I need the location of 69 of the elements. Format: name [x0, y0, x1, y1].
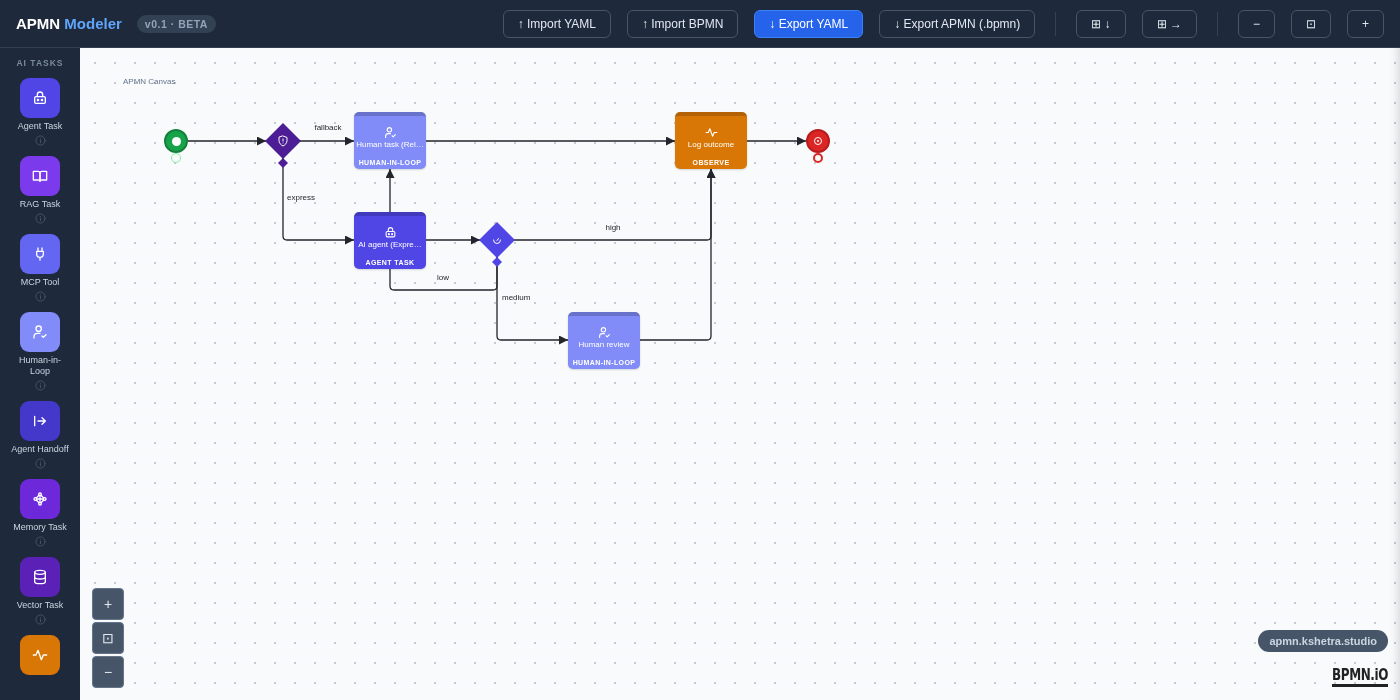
toolbar-button[interactable]: ↑ Import BPMN — [626, 9, 739, 38]
gateway[interactable] — [479, 222, 515, 258]
info-icon — [34, 213, 46, 224]
toolbar-button[interactable]: ↓ Export YAML — [754, 9, 864, 38]
user-check-icon — [597, 326, 611, 339]
task-label: Human review — [578, 340, 630, 349]
robot-icon — [383, 226, 397, 239]
connector-arrow — [299, 136, 355, 146]
book-icon — [32, 168, 48, 184]
edge-label: fallback — [314, 123, 342, 132]
section-heading: AI TASKS — [16, 58, 64, 68]
task-label: Log outcome — [687, 140, 735, 149]
app-title: APMN Modeler — [16, 15, 122, 32]
bpmn-logo[interactable]: BPMN.iO — [1332, 666, 1388, 687]
palette-label: RAG Task — [19, 199, 61, 210]
user-check-icon — [383, 126, 397, 139]
gateway[interactable] — [265, 123, 301, 159]
edge-label: medium — [502, 293, 531, 302]
palette-tile[interactable] — [20, 557, 60, 597]
database-icon — [32, 569, 48, 585]
shield-alert-icon — [278, 135, 288, 147]
toolbar-button[interactable]: ⊞ ↓ — [1076, 9, 1126, 38]
canvas-title: APMN Canvas — [123, 77, 176, 86]
toolbar-button[interactable]: ↓ Export APMN (.bpmn) — [879, 9, 1036, 38]
connector-arrow — [746, 136, 807, 146]
palette-label: Human-in-Loop — [18, 355, 62, 377]
end-event[interactable] — [806, 129, 830, 153]
pulse-icon — [704, 126, 718, 139]
info-icon — [34, 536, 46, 547]
palette-tile[interactable] — [20, 156, 60, 196]
edge-label: express — [287, 193, 315, 202]
user-check-icon — [32, 324, 48, 340]
toolbar-button[interactable]: ⊡ — [1291, 9, 1331, 38]
zoom-button[interactable]: + — [92, 588, 124, 620]
task-label: AI agent (Expre… — [358, 240, 422, 249]
palette-tile[interactable] — [20, 312, 60, 352]
event-marker — [813, 153, 823, 163]
info-icon — [34, 614, 46, 625]
toolbar-button[interactable]: + — [1347, 9, 1384, 38]
info-icon — [34, 291, 46, 302]
info-icon — [34, 380, 46, 391]
palette-tile[interactable] — [20, 78, 60, 118]
info-icon — [34, 135, 46, 146]
palette-tile[interactable] — [20, 401, 60, 441]
pulse-icon — [32, 647, 48, 663]
info-icon — [34, 458, 46, 469]
task-label: Human task (Rel… — [356, 140, 424, 149]
palette-tile[interactable] — [20, 234, 60, 274]
gauge-icon — [493, 238, 501, 244]
palette-tile[interactable] — [20, 479, 60, 519]
palette-label: MCP Tool — [20, 277, 60, 288]
arrow-right-icon — [32, 413, 48, 429]
start-event[interactable] — [164, 129, 188, 153]
site-pill: apmn.kshetra.studio — [1258, 630, 1388, 652]
zoom-button[interactable]: − — [92, 656, 124, 688]
palette-label: Agent Handoff — [11, 444, 69, 455]
toolbar-button[interactable]: ⊞ → — [1141, 9, 1197, 38]
network-icon — [32, 491, 48, 507]
palette-label: Agent Task — [17, 121, 63, 132]
robot-icon — [32, 90, 48, 106]
palette-tile[interactable] — [20, 635, 60, 675]
edge-label: low — [437, 273, 449, 282]
toolbar-button[interactable]: ↑ Import YAML — [502, 9, 611, 38]
palette-label: Vector Task — [16, 600, 64, 611]
version-badge: v0.1 · BETA — [136, 14, 216, 33]
edge-label: high — [605, 223, 621, 232]
palette-label: Memory Task — [13, 522, 67, 533]
zoom-button[interactable]: ⊡ — [92, 622, 124, 654]
toolbar-button[interactable]: − — [1237, 9, 1275, 38]
